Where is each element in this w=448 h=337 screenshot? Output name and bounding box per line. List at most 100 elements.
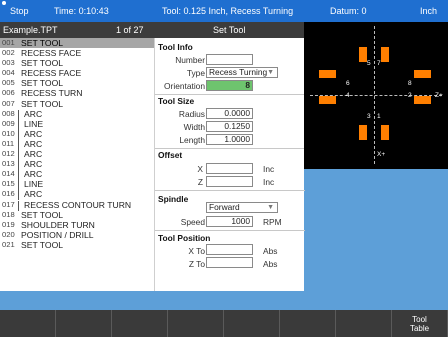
- program-row-number: 017: [2, 199, 15, 209]
- program-row[interactable]: 001 SET TOOL: [0, 38, 154, 49]
- width-field[interactable]: 0.1250: [206, 121, 253, 132]
- softkey-7[interactable]: [336, 310, 392, 337]
- program-row[interactable]: 007 SET TOOL: [0, 99, 154, 109]
- program-row[interactable]: 021 SET TOOL: [0, 240, 154, 250]
- orientation-block-4: [319, 96, 336, 104]
- program-row-number: 018: [2, 209, 15, 219]
- program-row-number: 013: [2, 159, 15, 169]
- program-row[interactable]: 020 POSITION / DRILL: [0, 230, 154, 240]
- program-row-text: SHOULDER TURN: [21, 219, 95, 230]
- program-row[interactable]: 004 RECESS FACE: [0, 68, 154, 78]
- orientation-label-1: 1: [377, 113, 381, 120]
- program-row[interactable]: 006 RECESS TURN: [0, 88, 154, 98]
- number-label: Number: [175, 55, 205, 65]
- program-row-number: 004: [2, 68, 15, 78]
- program-row[interactable]: 002 RECESS FACE: [0, 48, 154, 58]
- z-to-label: Z To: [188, 259, 205, 269]
- panel-title: Set Tool: [213, 25, 246, 35]
- offset-z-unit: Inc: [263, 177, 275, 187]
- program-row-number: 010: [2, 128, 15, 138]
- program-row[interactable]: 009 LINE: [0, 118, 154, 130]
- program-row-number: 014: [2, 169, 15, 179]
- z-to-field[interactable]: [206, 257, 253, 268]
- softkey-6[interactable]: [280, 310, 336, 337]
- speed-field[interactable]: 1000: [206, 216, 253, 227]
- softkey-1[interactable]: [0, 310, 56, 337]
- program-row-text: LINE: [24, 179, 44, 190]
- spindle-direction-dropdown[interactable]: Forward ▼: [206, 202, 278, 213]
- orientation-label-4: 4: [346, 92, 350, 99]
- program-row-number: 009: [2, 118, 15, 128]
- tool-size-title: Tool Size: [158, 96, 195, 106]
- spindle-direction-value: Forward: [209, 202, 240, 212]
- spindle-title: Spindle: [158, 194, 189, 204]
- radius-field[interactable]: 0.0000: [206, 108, 253, 119]
- status-bar: Stop Time: 0:10:43 Tool: 0.125 Inch, Rec…: [0, 0, 448, 22]
- program-list[interactable]: 001 SET TOOL 002 RECESS FACE 003 SET TOOL 004 R…: [0, 38, 154, 291]
- program-row-number: 012: [2, 149, 15, 159]
- program-row-text: RECESS TURN: [21, 88, 83, 99]
- chevron-down-icon: ▼: [267, 69, 274, 76]
- program-row-number: 016: [2, 189, 15, 199]
- program-row-text: ARC: [24, 189, 43, 200]
- orientation-field[interactable]: 8: [206, 80, 253, 91]
- program-row-text: SET TOOL: [21, 78, 64, 89]
- softkey-2[interactable]: [56, 310, 112, 337]
- program-row-text: SET TOOL: [21, 58, 64, 69]
- length-field[interactable]: 1.0000: [206, 134, 253, 145]
- tool-position-title: Tool Position: [158, 233, 211, 243]
- offset-x-label: X: [197, 164, 203, 174]
- program-row-number: 002: [2, 48, 15, 58]
- program-row-text: ARC: [24, 169, 43, 180]
- orientation-block-7: [381, 47, 389, 62]
- program-row[interactable]: 014 ARC: [0, 169, 154, 181]
- program-row-text: ARC: [24, 149, 43, 160]
- status-tool: Tool: 0.125 Inch, Recess Turning: [162, 6, 294, 16]
- program-file-name: Example.TPT: [3, 25, 58, 35]
- orientation-block-6: [319, 70, 336, 78]
- type-dropdown[interactable]: Recess Turning ▼: [206, 67, 278, 78]
- program-row-text: ARC: [24, 138, 43, 149]
- orientation-block-3: [359, 125, 367, 140]
- program-row-text: POSITION / DRILL: [21, 229, 94, 240]
- program-row[interactable]: 010 ARC: [0, 128, 154, 140]
- program-row[interactable]: 005 SET TOOL: [0, 78, 154, 88]
- program-row[interactable]: 019 SHOULDER TURN: [0, 220, 154, 230]
- program-row[interactable]: 003 SET TOOL: [0, 58, 154, 68]
- program-row[interactable]: 008 ARC: [0, 109, 154, 120]
- program-row-text: RECESS FACE: [21, 48, 82, 59]
- speed-unit: RPM: [263, 217, 282, 227]
- x-to-field[interactable]: [206, 244, 253, 255]
- orientation-label-3: 3: [367, 113, 371, 120]
- program-row-number: 005: [2, 78, 15, 88]
- program-row[interactable]: 011 ARC: [0, 138, 154, 150]
- softkey-3[interactable]: [112, 310, 168, 337]
- softkey-4[interactable]: [168, 310, 224, 337]
- program-row[interactable]: 013 ARC: [0, 159, 154, 171]
- divider: [155, 94, 305, 95]
- program-row[interactable]: 018 SET TOOL: [0, 210, 154, 220]
- header-bar: Example.TPT 1 of 27 Set Tool: [0, 22, 304, 38]
- offset-x-field[interactable]: [206, 163, 253, 174]
- program-row-number: 006: [2, 88, 15, 98]
- orientation-block-8: [414, 70, 431, 78]
- program-row[interactable]: 012 ARC: [0, 149, 154, 161]
- status-time: Time: 0:10:43: [54, 6, 109, 16]
- offset-z-field[interactable]: [206, 176, 253, 187]
- program-row[interactable]: 015 LINE: [0, 179, 154, 191]
- orientation-label-5: 5: [367, 60, 371, 67]
- program-row-number: 011: [2, 138, 15, 148]
- program-row-number: 019: [2, 219, 15, 229]
- number-field[interactable]: [206, 54, 253, 65]
- program-row-text: SET TOOL: [21, 239, 64, 250]
- program-row-number: 001: [2, 38, 15, 47]
- divider: [155, 230, 305, 231]
- chevron-down-icon: ▼: [267, 204, 274, 211]
- program-row-text: ARC: [24, 159, 43, 170]
- tool-table-softkey[interactable]: Tool Table: [392, 310, 448, 337]
- status-mode: Stop: [10, 6, 29, 16]
- softkey-5[interactable]: [224, 310, 280, 337]
- program-row[interactable]: 016 ARC: [0, 189, 154, 201]
- program-row[interactable]: 017 RECESS CONTOUR TURN: [0, 199, 154, 211]
- status-dot-icon: [2, 1, 6, 5]
